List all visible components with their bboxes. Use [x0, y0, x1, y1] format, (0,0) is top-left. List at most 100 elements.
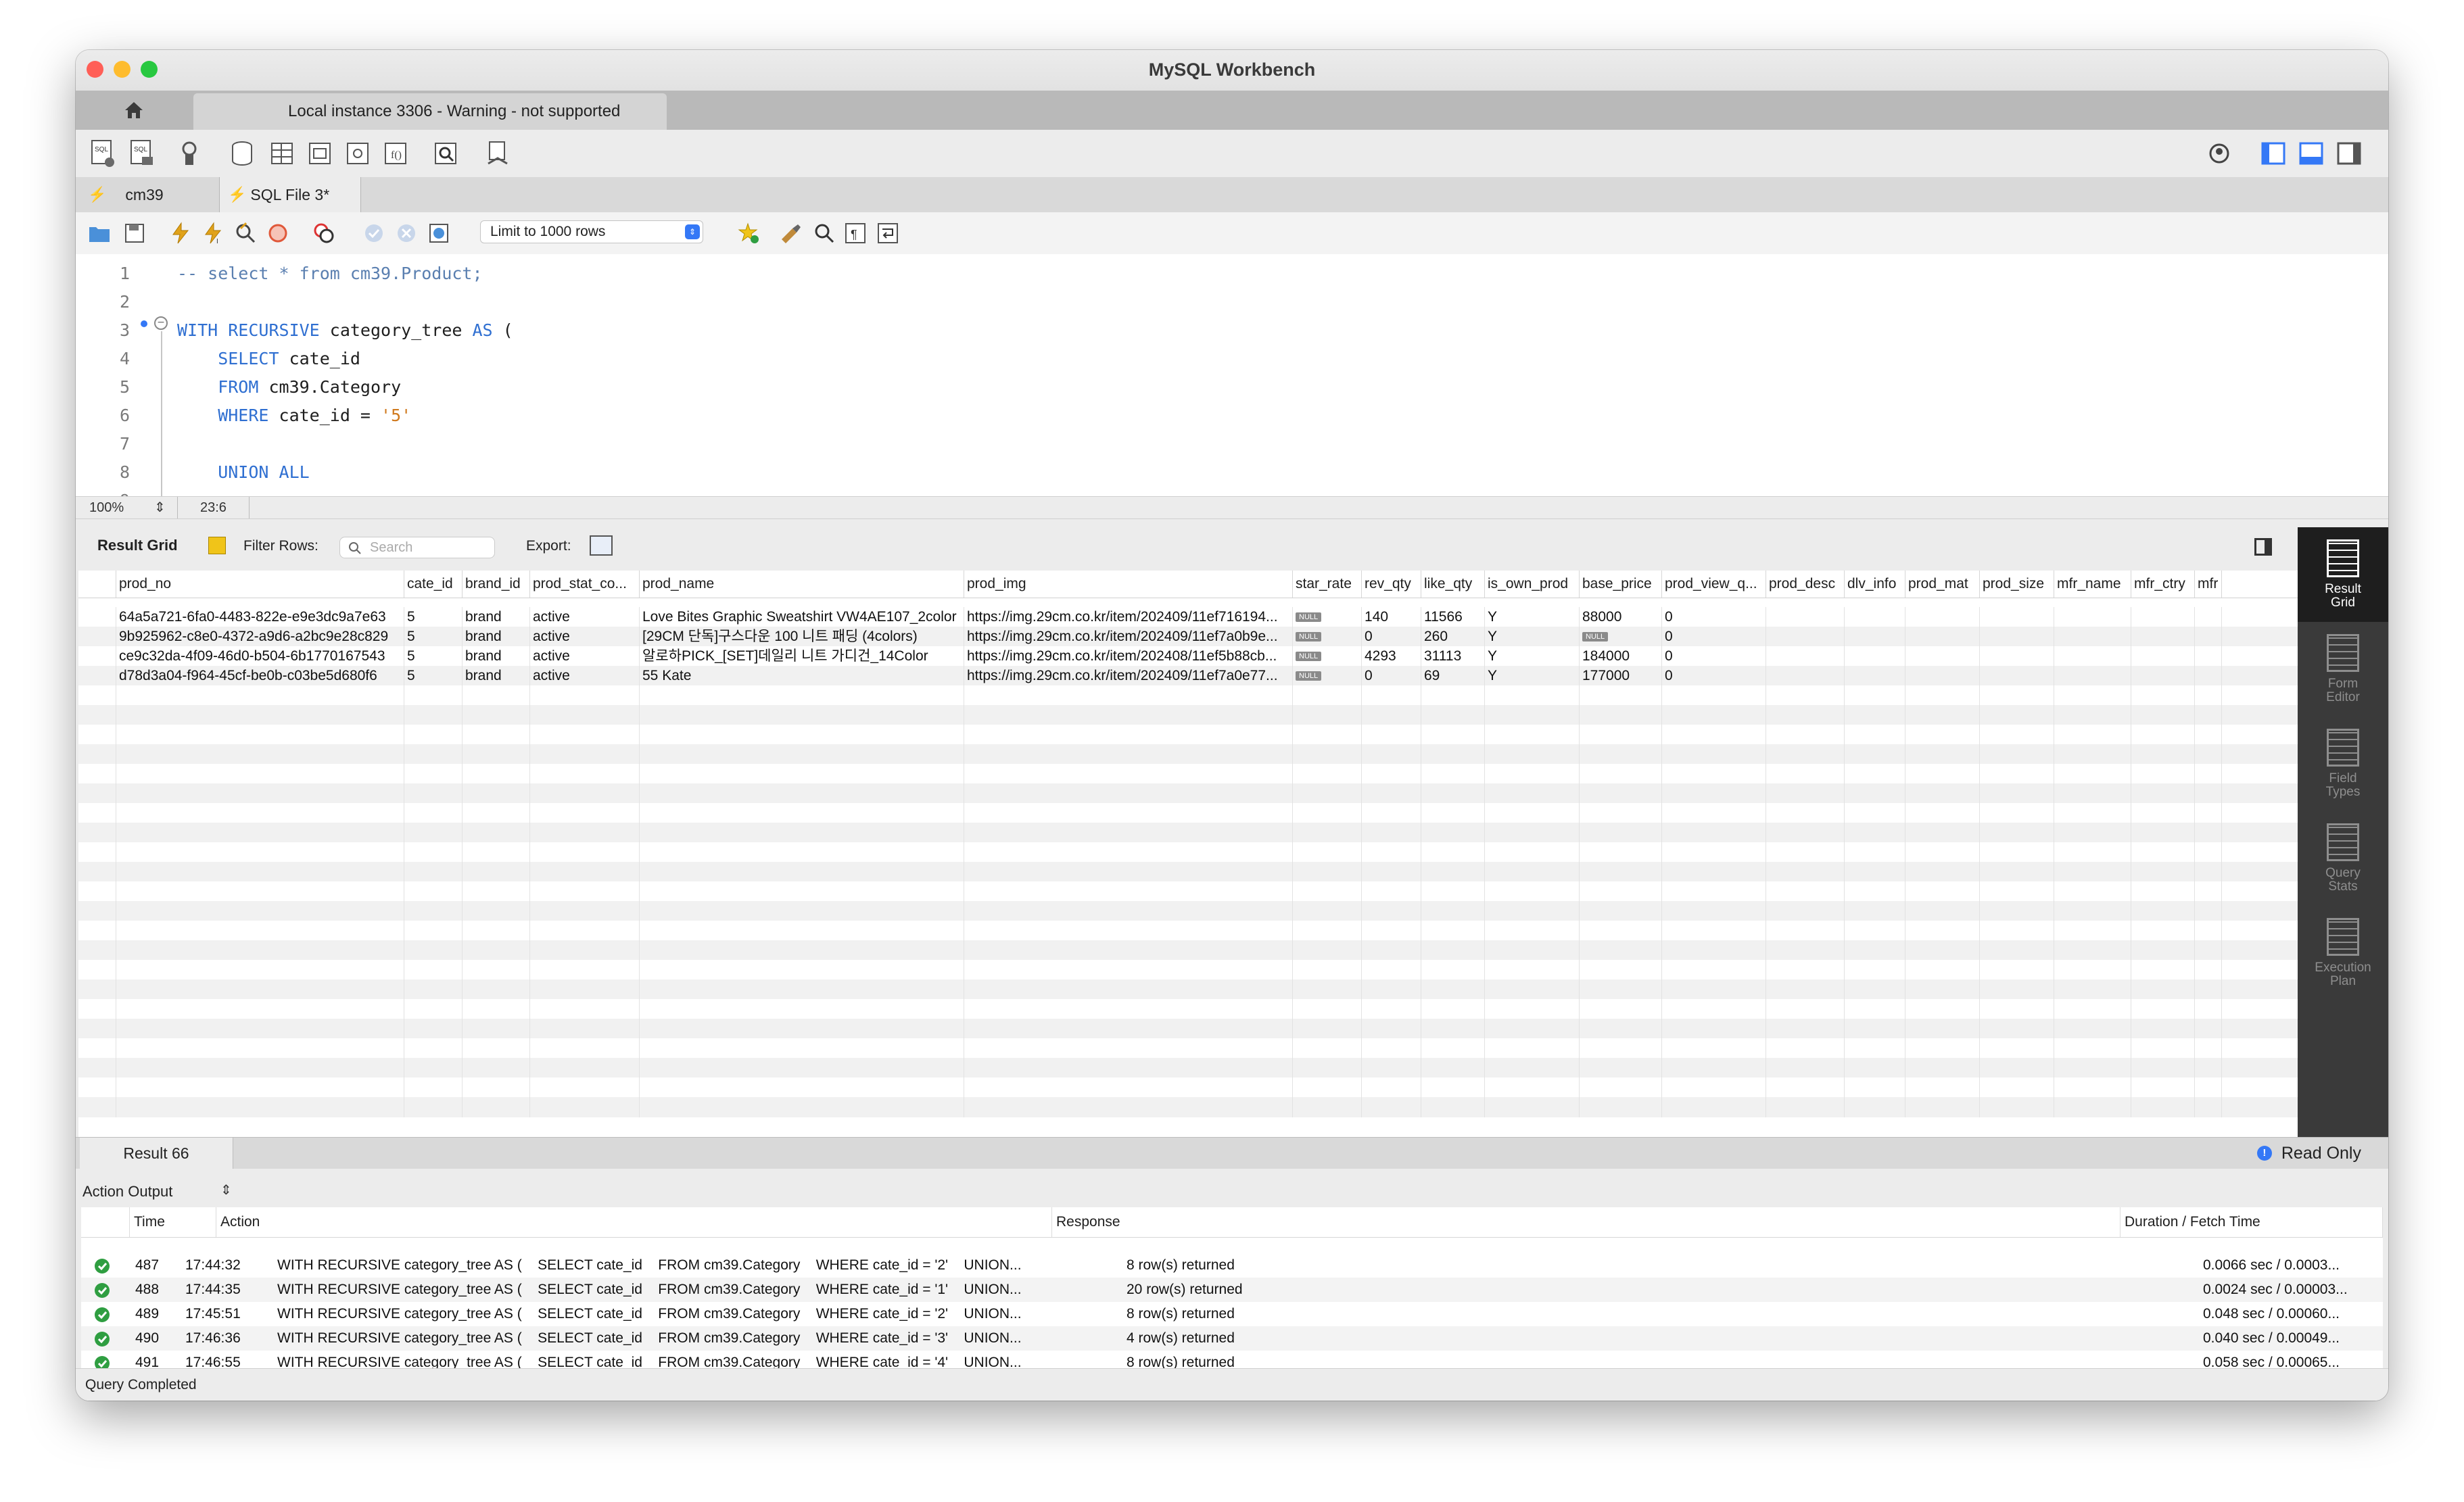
- sidebar-item-query-stats[interactable]: Query Stats: [2298, 811, 2388, 906]
- table-cell[interactable]: [2131, 627, 2195, 647]
- row-gutter[interactable]: [78, 1019, 116, 1039]
- table-cell[interactable]: [1980, 607, 2054, 627]
- table-cell[interactable]: [2054, 666, 2131, 686]
- table-cell[interactable]: [2054, 627, 2131, 647]
- table-cell[interactable]: 9b925962-c8e0-4372-a9d6-a2bc9e28c829: [116, 627, 404, 647]
- open-folder-icon[interactable]: [88, 222, 111, 245]
- row-gutter[interactable]: [78, 1097, 116, 1117]
- table-cell[interactable]: active: [530, 627, 640, 647]
- table-cell[interactable]: NULL: [1293, 666, 1362, 686]
- column-header[interactable]: mfr_name: [2054, 571, 2131, 598]
- column-header[interactable]: prod_no: [116, 571, 404, 598]
- column-header[interactable]: prod_stat_co...: [530, 571, 640, 598]
- toggle-sidebar-icon[interactable]: [2260, 139, 2287, 168]
- toggle-error-icon[interactable]: [312, 222, 335, 245]
- table-row[interactable]: ce9c32da-4f09-46d0-b504-6b1770167543 5 bra…: [78, 646, 2298, 667]
- row-gutter[interactable]: [78, 744, 116, 765]
- row-gutter[interactable]: [78, 823, 116, 843]
- connection-tab[interactable]: Local instance 3306 - Warning - not supp…: [193, 93, 667, 130]
- column-header[interactable]: is_own_prod: [1485, 571, 1580, 598]
- row-gutter[interactable]: [78, 803, 116, 823]
- row-gutter[interactable]: [78, 705, 116, 725]
- code-line[interactable]: 8 UNION ALL: [76, 458, 2388, 487]
- table-cell[interactable]: NULL: [1293, 646, 1362, 667]
- row-gutter[interactable]: [78, 1038, 116, 1059]
- column-header[interactable]: dlv_info: [1845, 571, 1905, 598]
- beautify-icon[interactable]: [779, 222, 802, 245]
- action-column-header[interactable]: Action: [216, 1207, 1052, 1237]
- limit-rows-select[interactable]: Limit to 1000 rows ⇕: [480, 220, 703, 243]
- code-line[interactable]: 5 FROM cm39.Category: [76, 373, 2388, 402]
- table-cell[interactable]: [2131, 607, 2195, 627]
- table-cell[interactable]: [1845, 607, 1905, 627]
- column-header[interactable]: star_rate: [1293, 571, 1362, 598]
- row-gutter[interactable]: [78, 999, 116, 1019]
- inspector-icon[interactable]: [179, 139, 206, 168]
- action-row[interactable]: 488 17:44:35 WITH RECURSIVE category_tree …: [81, 1278, 2383, 1302]
- action-column-header[interactable]: Response: [1052, 1207, 2121, 1237]
- column-header[interactable]: prod_name: [640, 571, 964, 598]
- code-line[interactable]: 6 WHERE cate_id = '5': [76, 402, 2388, 430]
- table-cell[interactable]: 140: [1362, 607, 1421, 627]
- invisible-chars-icon[interactable]: ¶: [844, 222, 867, 245]
- fold-toggle-icon[interactable]: −: [154, 316, 168, 330]
- stop-icon[interactable]: [266, 222, 289, 245]
- table-cell[interactable]: [1845, 627, 1905, 647]
- table-cell[interactable]: 31113: [1421, 646, 1485, 667]
- column-header[interactable]: prod_desc: [1766, 571, 1845, 598]
- table-cell[interactable]: 55 Kate: [640, 666, 964, 686]
- sidebar-item-result-grid[interactable]: Result Grid: [2298, 527, 2388, 622]
- code-line[interactable]: 7: [76, 430, 2388, 458]
- code-line[interactable]: 9: [76, 487, 2388, 496]
- table-cell[interactable]: 0: [1662, 666, 1766, 686]
- table-cell[interactable]: [1980, 627, 2054, 647]
- open-sql-script-icon[interactable]: SQL: [128, 139, 156, 168]
- column-header[interactable]: like_qty: [1421, 571, 1485, 598]
- code-line[interactable]: 2: [76, 288, 2388, 316]
- table-cell[interactable]: NULL: [1293, 607, 1362, 627]
- toggle-panel-icon[interactable]: [2254, 538, 2272, 556]
- row-gutter[interactable]: [78, 940, 116, 961]
- table-cell[interactable]: [1766, 666, 1845, 686]
- filter-search-input[interactable]: Search: [339, 537, 495, 558]
- table-cell[interactable]: 177000: [1580, 666, 1662, 686]
- table-cell[interactable]: d78d3a04-f964-45cf-be0b-c03be5d680f6: [116, 666, 404, 686]
- table-cell[interactable]: 5: [404, 646, 463, 667]
- table-cell[interactable]: ce9c32da-4f09-46d0-b504-6b1770167543: [116, 646, 404, 667]
- table-cell[interactable]: https://img.29cm.co.kr/item/202409/11ef7…: [964, 666, 1293, 686]
- table-cell[interactable]: Y: [1485, 607, 1580, 627]
- code-line[interactable]: 3 WITH RECURSIVE category_tree AS (: [76, 316, 2388, 345]
- table-cell[interactable]: [2054, 607, 2131, 627]
- create-schema-icon[interactable]: [230, 139, 257, 168]
- execute-current-icon[interactable]: I: [202, 222, 224, 245]
- row-gutter[interactable]: [78, 881, 116, 902]
- table-cell[interactable]: [1766, 607, 1845, 627]
- table-cell[interactable]: [2195, 646, 2222, 667]
- result-grid[interactable]: prod_no cate_id brand_id prod_stat_co... pro…: [78, 571, 2298, 1137]
- table-cell[interactable]: [1905, 666, 1980, 686]
- create-table-icon[interactable]: [269, 139, 296, 168]
- rollback-icon[interactable]: [395, 222, 418, 245]
- grid-view-icon[interactable]: [208, 537, 226, 554]
- table-cell[interactable]: 0: [1662, 627, 1766, 647]
- row-gutter[interactable]: [78, 646, 116, 667]
- table-cell[interactable]: Y: [1485, 646, 1580, 667]
- action-column-header[interactable]: [81, 1207, 130, 1237]
- row-gutter[interactable]: [78, 627, 116, 647]
- row-gutter[interactable]: [78, 685, 116, 706]
- row-gutter[interactable]: [78, 764, 116, 784]
- column-header[interactable]: mfr: [2195, 571, 2222, 598]
- row-gutter[interactable]: [78, 901, 116, 921]
- row-gutter[interactable]: [78, 666, 116, 686]
- create-procedure-icon[interactable]: [345, 139, 372, 168]
- action-row[interactable]: 489 17:45:51 WITH RECURSIVE category_tree …: [81, 1302, 2383, 1326]
- tab-cm39[interactable]: ⚡ cm39: [88, 177, 216, 212]
- tab-result-66[interactable]: Result 66: [80, 1138, 233, 1169]
- table-cell[interactable]: brand: [463, 666, 530, 686]
- table-cell[interactable]: [1905, 646, 1980, 667]
- row-gutter[interactable]: [78, 1077, 116, 1098]
- table-cell[interactable]: active: [530, 607, 640, 627]
- table-cell[interactable]: [2131, 666, 2195, 686]
- table-cell[interactable]: [1766, 646, 1845, 667]
- table-cell[interactable]: 88000: [1580, 607, 1662, 627]
